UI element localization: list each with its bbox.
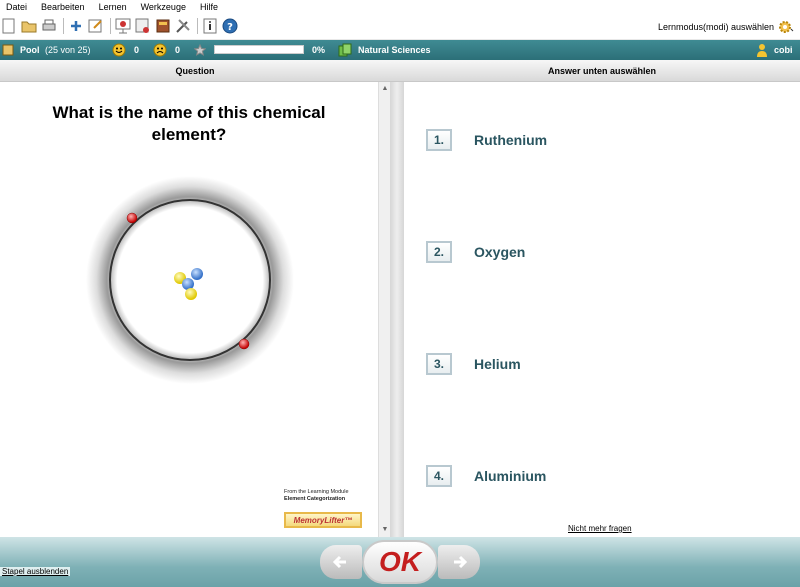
scroll-up-icon[interactable]: ▲ <box>381 85 389 93</box>
menu-lernen[interactable]: Lernen <box>99 2 127 12</box>
question-header: Question <box>0 60 390 82</box>
user-icon <box>756 40 768 60</box>
menu-datei[interactable]: Datei <box>6 2 27 12</box>
menu-bearbeiten[interactable]: Bearbeiten <box>41 2 85 12</box>
answer-option-1[interactable]: 1. Ruthenium <box>426 128 547 152</box>
svg-text:?: ? <box>227 22 233 33</box>
happy-face-icon <box>112 40 126 60</box>
category-label[interactable]: Natural Sciences <box>358 40 431 60</box>
tools-icon[interactable] <box>174 17 192 35</box>
pane-divider[interactable] <box>390 82 404 537</box>
answer-number[interactable]: 2. <box>426 241 452 263</box>
progress-bar <box>214 45 304 54</box>
answer-label[interactable]: Oxygen <box>474 244 525 260</box>
toolbar-separator <box>63 18 64 34</box>
toolbar: ? Lernmodus(modi) auswählen <box>0 14 800 40</box>
answer-option-4[interactable]: 4. Aluminium <box>426 464 546 488</box>
previous-button[interactable] <box>320 545 362 579</box>
book-icon[interactable] <box>154 17 172 35</box>
answer-number[interactable]: 4. <box>426 465 452 487</box>
pool-label: Pool <box>20 45 40 55</box>
arrow-left-icon <box>332 555 346 569</box>
menu-bar: Datei Bearbeiten Lernen Werkzeuge Hilfe <box>0 0 800 14</box>
new-icon[interactable] <box>0 17 18 35</box>
info-icon[interactable] <box>201 17 219 35</box>
answer-label[interactable]: Ruthenium <box>474 132 547 148</box>
credit-line1: From the Learning Module <box>284 489 349 495</box>
sad-count: 0 <box>175 45 181 55</box>
arrow-right-icon <box>454 555 468 569</box>
atom-image <box>84 174 296 386</box>
ok-button[interactable]: OK <box>362 540 438 584</box>
add-icon[interactable] <box>67 17 85 35</box>
learning-mode-label[interactable]: Lernmodus(modi) auswählen <box>658 22 774 32</box>
toolbar-separator <box>197 18 198 34</box>
card-icon[interactable] <box>134 17 152 35</box>
category-icon <box>338 40 352 60</box>
happy-count: 0 <box>134 45 140 55</box>
progress-text: 0% <box>312 45 326 55</box>
star-icon <box>194 40 206 60</box>
toolbar-separator <box>110 18 111 34</box>
answer-label[interactable]: Helium <box>474 356 521 372</box>
question-pane: What is the name of this chemical elemen… <box>0 82 378 537</box>
answer-option-2[interactable]: 2. Oxygen <box>426 240 525 264</box>
answer-option-3[interactable]: 3. Helium <box>426 352 521 376</box>
scroll-down-icon[interactable]: ▼ <box>381 526 389 534</box>
menu-werkzeuge[interactable]: Werkzeuge <box>141 2 186 12</box>
answer-label[interactable]: Aluminium <box>474 468 546 484</box>
question-scrollbar[interactable]: ▲ ▼ <box>378 82 390 537</box>
pool-count: (25 von 25) <box>45 45 91 55</box>
header-divider <box>390 60 404 82</box>
help-icon[interactable]: ? <box>221 17 239 35</box>
statistics-icon[interactable] <box>114 17 132 35</box>
print-icon[interactable] <box>40 17 58 35</box>
answer-number[interactable]: 3. <box>426 353 452 375</box>
pool-icon <box>2 40 14 60</box>
edit-icon[interactable] <box>87 17 105 35</box>
answer-header: Answer unten auswählen <box>404 60 800 82</box>
dont-ask-again-link[interactable]: Nicht mehr fragen <box>568 524 632 533</box>
answer-number[interactable]: 1. <box>426 129 452 151</box>
question-text: What is the name of this chemical elemen… <box>52 103 326 144</box>
open-icon[interactable] <box>20 17 38 35</box>
menu-hilfe[interactable]: Hilfe <box>200 2 218 12</box>
sad-face-icon <box>153 40 167 60</box>
user-name[interactable]: cobi <box>774 40 793 60</box>
memorylifter-logo: MemoryLifter™ <box>284 512 362 528</box>
module-credit: From the Learning Module Element Categor… <box>284 489 374 503</box>
gear-icon[interactable] <box>778 19 794 35</box>
status-bar: Pool (25 von 25) 0 0 0% Natural Sciences… <box>0 40 800 60</box>
next-button[interactable] <box>438 545 480 579</box>
hide-stack-link[interactable]: Stapel ausblenden <box>0 567 71 576</box>
credit-line2: Element Categorization <box>284 496 346 502</box>
